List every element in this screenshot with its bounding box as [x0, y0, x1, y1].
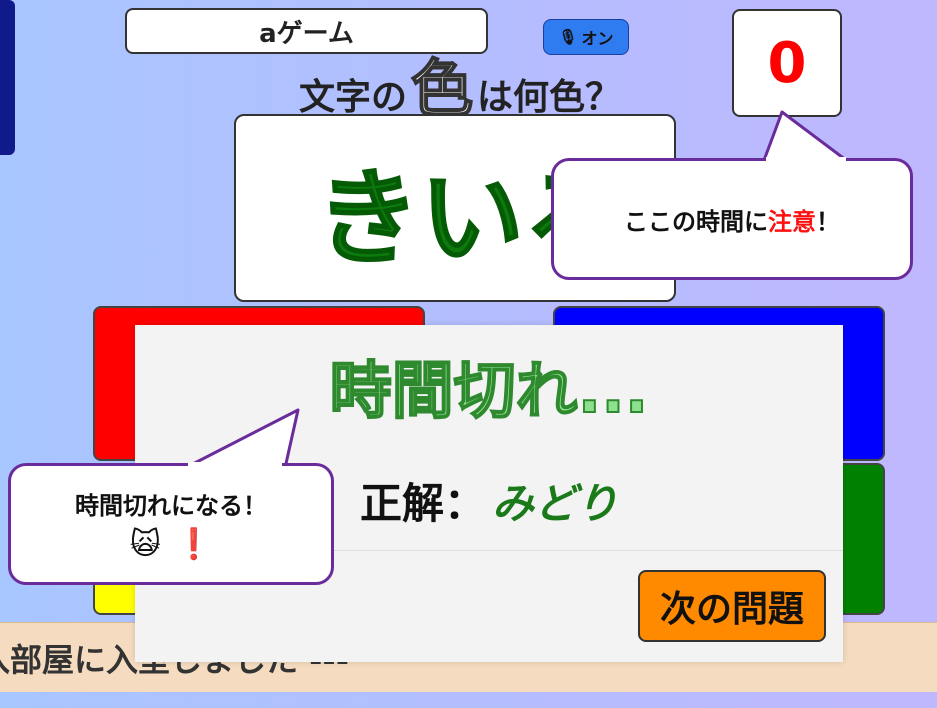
score-box: 0	[732, 9, 842, 117]
timer-tip-prefix: ここの時間に	[624, 207, 768, 236]
game-title: aゲーム	[259, 18, 354, 49]
voice-toggle-button[interactable]: 🎙 オン	[543, 19, 629, 55]
exclamation-icon: ❗	[174, 527, 213, 562]
timer-callout-seam	[766, 157, 846, 163]
question-prefix: 文字の	[298, 77, 407, 118]
question-emphasis: 色	[410, 52, 474, 125]
timeout-title-text: 時間切れ...	[329, 353, 650, 428]
scared-cat-icon: 🙀	[129, 527, 161, 562]
microphone-icon: 🎙	[558, 28, 578, 46]
side-panel-edge[interactable]	[0, 0, 15, 155]
correct-answer-value: みどり	[492, 478, 619, 528]
timeout-callout-seam	[188, 462, 282, 468]
timer-callout-tail	[761, 110, 852, 165]
question-prompt: 文字の 色 は何色？	[270, 52, 650, 125]
timeout-tip-text: 時間切れになる！	[75, 492, 267, 520]
timer-tip-warn: 注意	[768, 207, 816, 236]
question-suffix: は何色？	[477, 77, 622, 118]
correct-answer-label: 正解：	[359, 478, 486, 528]
timer-tip-text: ここの時間に注意！	[624, 202, 840, 237]
score-value: 0	[767, 30, 807, 96]
voice-toggle-label: オン	[581, 29, 614, 48]
game-title-box: aゲーム	[125, 8, 488, 54]
next-question-label: 次の問題	[659, 589, 804, 630]
timer-tip-callout: ここの時間に注意！	[551, 158, 913, 280]
timeout-title: 時間切れ...	[135, 335, 843, 435]
timer-tip-suffix: ！	[816, 207, 840, 236]
next-question-button[interactable]: 次の問題	[638, 570, 826, 642]
timeout-tip-emojis: 🙀 ❗	[130, 527, 213, 562]
timeout-tip-callout: 時間切れになる！ 🙀 ❗	[8, 463, 334, 585]
